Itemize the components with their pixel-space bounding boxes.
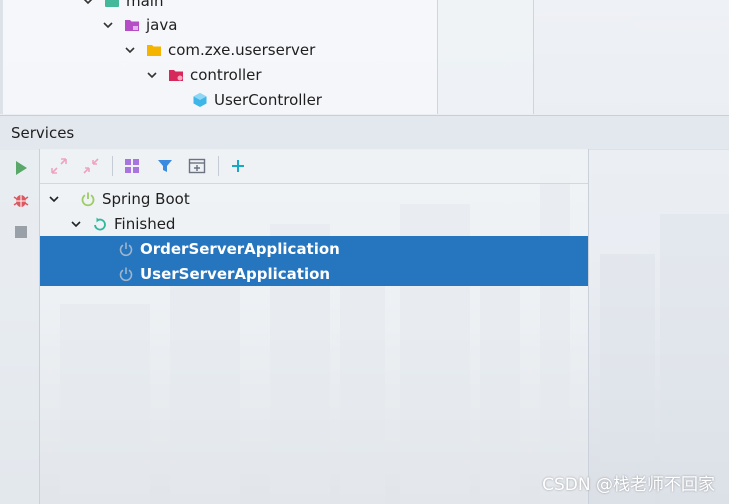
service-details-pane [589,149,729,504]
new-tab-icon[interactable] [188,157,206,175]
app-power-icon [119,242,133,256]
tree-item-controller[interactable]: controller [146,62,262,87]
tree-item-label: java [146,15,178,34]
controller-folder-icon [169,69,183,81]
tree-item-package[interactable]: com.zxe.userserver [124,37,315,62]
chevron-down-icon[interactable] [82,0,94,7]
folder-main-icon [105,0,119,7]
services-toolbar [40,149,588,184]
app-power-icon [119,267,133,281]
service-item-order-server[interactable]: OrderServerApplication [40,236,588,261]
service-item-user-server[interactable]: UserServerApplication [40,261,588,286]
expand-all-icon[interactable] [50,157,68,175]
tree-item-usercontroller[interactable]: UserController [192,87,322,112]
finished-status-icon [94,217,106,230]
services-title: Services [11,123,75,142]
chevron-down-icon[interactable] [146,69,158,81]
chevron-down-icon[interactable] [70,218,82,230]
tree-item-label: UserController [214,90,322,109]
spring-boot-power-icon [81,192,95,206]
service-group-spring-boot[interactable]: Spring Boot [40,186,588,211]
package-folder-icon [147,44,161,56]
tree-item-java[interactable]: java [102,12,177,37]
services-side-toolbar [0,149,40,504]
tree-item-label: main [126,0,164,10]
collapse-all-icon[interactable] [82,157,100,175]
service-item-label: UserServerApplication [140,264,331,283]
toolbar-separator [218,156,219,176]
tree-gutter [0,0,3,114]
tree-item-label: com.zxe.userserver [168,40,316,59]
services-panel: Spring Boot Finished OrderServerApplicat… [40,149,589,504]
filter-icon[interactable] [156,157,174,175]
class-icon [193,92,207,107]
chevron-down-icon[interactable] [102,19,114,31]
service-group-label: Finished [114,214,176,233]
add-service-icon[interactable] [229,157,247,175]
group-by-icon[interactable] [123,157,141,175]
watermark: CSDN @栈老师不回家 [542,475,715,495]
service-item-label: OrderServerApplication [140,239,340,258]
editor-split-pane [438,0,534,114]
services-tool-window-header: Services [0,115,729,150]
toolbar-separator [112,156,113,176]
run-icon[interactable] [12,159,30,177]
stop-icon[interactable] [12,223,30,241]
service-group-label: Spring Boot [102,189,190,208]
debug-icon[interactable] [12,191,30,209]
chevron-down-icon[interactable] [48,193,60,205]
chevron-down-icon[interactable] [124,44,136,56]
source-folder-icon [125,19,139,31]
project-tree-panel: main java com.zxe.userserver controller … [0,0,438,114]
tree-item-label: controller [190,65,262,84]
service-group-finished[interactable]: Finished [40,211,588,236]
